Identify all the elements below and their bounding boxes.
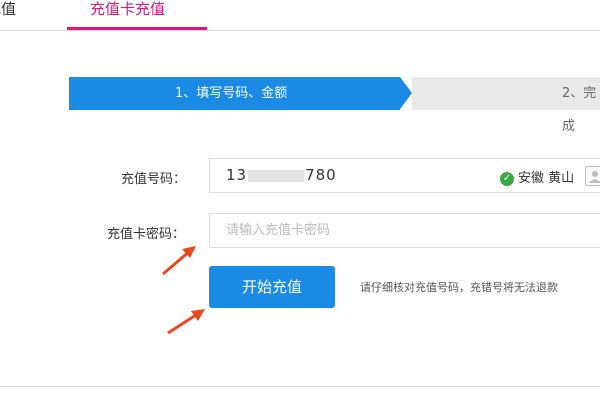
hint-text: 请仔细核对充值号码，充错号将无法退款 bbox=[360, 281, 558, 294]
tab-bar: 充值 充值卡充值 bbox=[0, 0, 600, 31]
location-text: 安徽 黄山 bbox=[518, 171, 575, 186]
phone-prefix: 13 bbox=[226, 166, 248, 184]
tab-recharge[interactable]: 充值 bbox=[0, 0, 16, 28]
password-input[interactable] bbox=[210, 214, 596, 247]
tab-card-recharge[interactable]: 充值卡充值 bbox=[90, 0, 165, 28]
step-2-label: 2、完成 bbox=[562, 86, 597, 134]
divider bbox=[0, 386, 600, 387]
annotation-arrow-icon bbox=[167, 309, 205, 335]
active-tab-indicator bbox=[67, 27, 207, 30]
phone-location: ✓ 安徽 黄山 bbox=[500, 167, 574, 186]
contact-icon[interactable] bbox=[585, 166, 600, 186]
step-2: 2、完成 bbox=[412, 77, 600, 134]
step-1-arrow bbox=[400, 77, 412, 109]
phone-field[interactable]: 13 780 ✓ 安徽 黄山 bbox=[209, 158, 600, 193]
annotation-arrow-icon bbox=[162, 246, 196, 276]
step-1-label: 1、填写号码、金额 bbox=[175, 86, 288, 101]
phone-label: 充值号码： bbox=[121, 172, 187, 187]
check-circle-icon: ✓ bbox=[500, 171, 514, 186]
password-label: 充值卡密码： bbox=[107, 227, 186, 242]
step-1: 1、填写号码、金额 bbox=[69, 77, 400, 110]
password-field-box bbox=[209, 213, 600, 248]
start-recharge-button[interactable]: 开始充值 bbox=[209, 266, 335, 308]
phone-mask bbox=[248, 169, 305, 182]
progress-steps: 1、填写号码、金额 2、完成 bbox=[69, 77, 600, 134]
phone-value: 13 780 bbox=[226, 166, 337, 184]
phone-suffix: 780 bbox=[305, 166, 337, 184]
